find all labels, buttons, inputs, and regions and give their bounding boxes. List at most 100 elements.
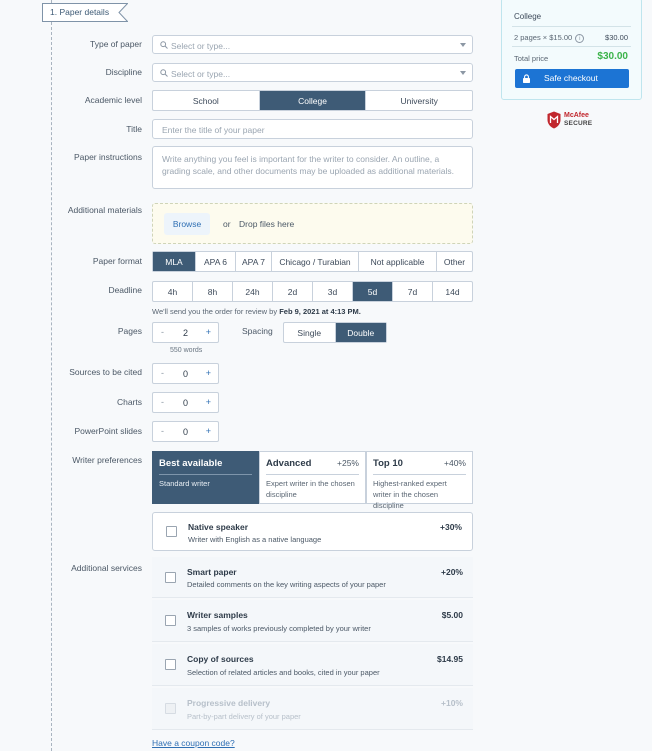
info-icon[interactable]: i [575,34,585,43]
writer-samples-checkbox[interactable] [165,615,176,626]
writer-preferences-label: Writer preferences [72,455,142,465]
step-tag-paper-details: 1. Paper details [42,3,128,22]
divider [512,26,631,27]
deadline-8h[interactable]: 8h [192,282,232,301]
deadline-3d[interactable]: 3d [312,282,352,301]
deadline-7d[interactable]: 7d [392,282,432,301]
paper-format-label: Paper format [92,256,142,266]
academic-level-university[interactable]: University [365,91,472,110]
service-desc: Writer with English as a native language [188,535,322,544]
chevron-down-icon [460,71,466,75]
divider [159,474,252,475]
academic-level-college[interactable]: College [258,91,366,110]
deadline-note-prefix: We'll send you the order for review by [152,307,280,316]
slides-increment[interactable]: + [206,426,211,436]
service-price: +10% [441,698,463,708]
format-apa6[interactable]: APA 6 [195,252,235,271]
service-copy-of-sources[interactable]: Copy of sources Selection of related art… [152,644,473,686]
deadline-4h[interactable]: 4h [153,282,192,301]
service-progressive-delivery: Progressive delivery Part-by-part delive… [152,688,473,730]
spacing-group: Single Double [283,322,387,343]
browse-button[interactable]: Browse [164,213,210,235]
drop-files-text: Drop files here [239,219,295,229]
charts-increment[interactable]: + [206,397,211,407]
service-desc: 3 samples of works previously completed … [187,624,371,633]
step-label: 1. Paper details [50,7,110,17]
progressive-delivery-checkbox [165,703,176,714]
service-writer-samples[interactable]: Writer samples 3 samples of works previo… [152,600,473,642]
type-of-paper-select[interactable]: Select or type... [152,35,473,54]
progress-line [51,22,52,751]
pages-label: Pages [117,326,142,336]
service-price: +20% [441,567,463,577]
checkout-label: Safe checkout [544,73,598,83]
service-native-speaker[interactable]: Native speaker Writer with English as a … [152,512,473,551]
file-drop-zone[interactable]: Browse or Drop files here [152,203,473,244]
instructions-textarea[interactable]: Write anything you feel is important for… [152,146,473,189]
badge-line1: McAfee [564,112,589,119]
deadline-14d[interactable]: 14d [432,282,472,301]
writer-option-title: Best available [159,458,223,469]
shield-icon [547,111,561,129]
writer-top-10[interactable]: Top 10 +40% Highest-ranked expert writer… [366,451,473,510]
native-speaker-checkbox[interactable] [166,526,177,537]
search-icon [160,41,168,49]
materials-label: Additional materials [67,205,142,215]
writer-option-price: +25% [337,458,359,468]
pages-increment[interactable]: + [206,327,211,337]
deadline-note: We'll send you the order for review by F… [152,307,361,316]
type-of-paper-label: Type of paper [90,39,142,49]
spacing-double[interactable]: Double [334,323,386,342]
instructions-placeholder: Write anything you feel is important for… [162,154,455,176]
service-price: $14.95 [437,654,463,664]
deadline-note-date: Feb 9, 2021 at 4:13 PM. [279,307,361,316]
discipline-label: Discipline [105,67,142,77]
writer-best-available[interactable]: Best available Standard writer [152,451,259,504]
coupon-link[interactable]: Have a coupon code? [152,738,235,748]
deadline-group: 4h 8h 24h 2d 3d 5d 7d 14d [152,281,473,302]
summary-pages-text: 2 pages × $15.00 [514,33,573,42]
format-chicago[interactable]: Chicago / Turabian [271,252,358,271]
writer-option-desc: Expert writer in the chosen discipline [266,479,355,499]
writer-option-desc: Highest-ranked expert writer in the chos… [373,479,447,510]
summary-pages-price: $30.00 [605,33,628,42]
sources-increment[interactable]: + [206,368,211,378]
academic-level-group: School College University [152,90,473,111]
deadline-2d[interactable]: 2d [272,282,312,301]
summary-total-label: Total price [514,54,549,63]
order-summary: College 2 pages × $15.00 i $30.00 Total … [501,0,642,100]
spacing-label: Spacing [242,326,273,336]
instructions-label: Paper instructions [73,152,142,162]
discipline-select[interactable]: Select or type... [152,63,473,82]
academic-level-school[interactable]: School [153,91,259,110]
divider [512,46,631,47]
format-other[interactable]: Other [436,252,472,271]
divider [373,474,466,475]
writer-advanced[interactable]: Advanced +25% Expert writer in the chose… [259,451,366,504]
smart-paper-checkbox[interactable] [165,572,176,583]
badge-line2: SECURE [564,120,593,127]
service-name: Native speaker [188,522,249,532]
title-label: Title [126,124,142,134]
title-placeholder: Enter the title of your paper [162,125,265,135]
format-mla[interactable]: MLA [153,252,195,271]
format-apa7[interactable]: APA 7 [235,252,271,271]
title-input[interactable]: Enter the title of your paper [152,119,473,139]
deadline-label: Deadline [108,285,142,295]
service-smart-paper[interactable]: Smart paper Detailed comments on the key… [152,557,473,598]
deadline-5d[interactable]: 5d [352,282,392,301]
writer-option-title: Top 10 [373,458,403,469]
format-not-applicable[interactable]: Not applicable [358,252,436,271]
writer-option-price: +40% [444,458,466,468]
service-price: $5.00 [441,610,463,620]
academic-level-label: Academic level [84,95,142,105]
safe-checkout-button[interactable]: Safe checkout [515,69,629,88]
writer-option-desc: Standard writer [159,479,210,488]
spacing-single[interactable]: Single [284,323,335,342]
additional-services-label: Additional services [71,563,142,573]
copy-of-sources-checkbox[interactable] [165,659,176,670]
lock-icon [523,74,530,83]
service-name: Smart paper [187,567,237,577]
deadline-24h[interactable]: 24h [232,282,272,301]
summary-level: College [514,12,542,21]
